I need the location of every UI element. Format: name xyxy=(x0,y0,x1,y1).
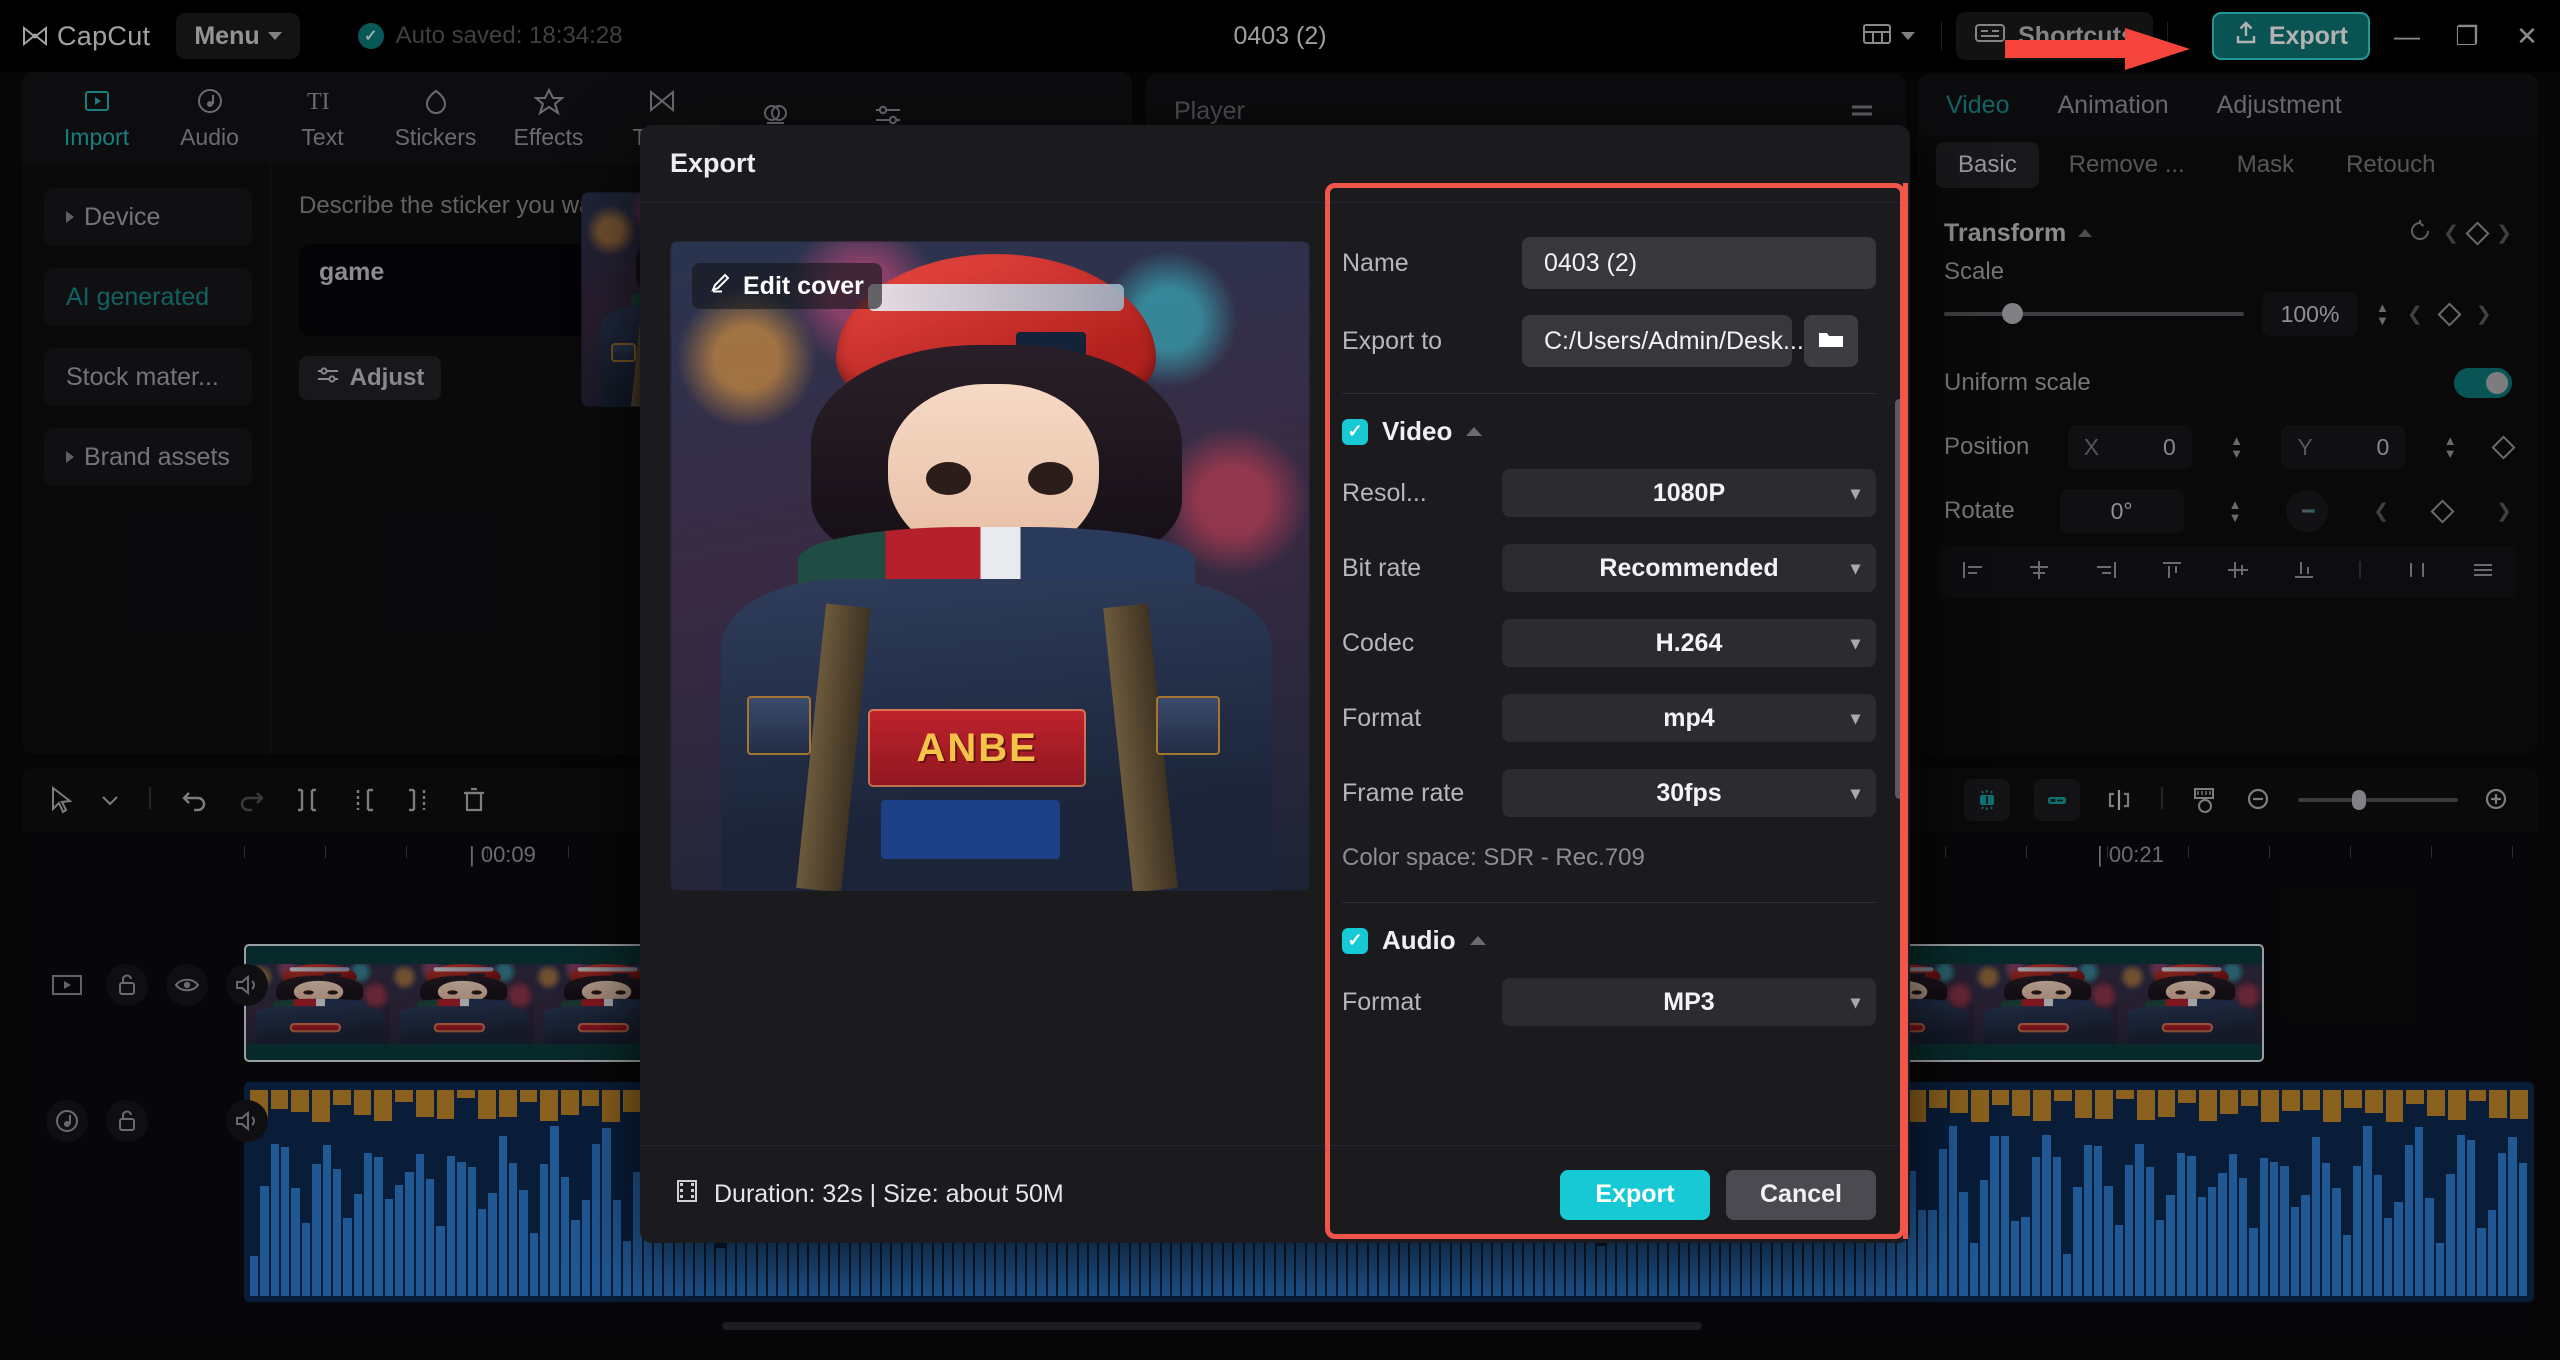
cancel-button[interactable]: Cancel xyxy=(1726,1169,1876,1220)
audio-section-header: ✓ Audio xyxy=(1342,925,1876,956)
edit-cover-label: Edit cover xyxy=(743,271,864,300)
resolution-select[interactable]: 1080P ▾ xyxy=(1502,469,1876,517)
bitrate-value: Recommended xyxy=(1599,553,1779,582)
video-format-value: mp4 xyxy=(1663,703,1715,732)
duration-size-text: Duration: 32s | Size: about 50M xyxy=(714,1180,1064,1208)
audio-format-select[interactable]: MP3 ▾ xyxy=(1502,978,1876,1026)
video-format-select[interactable]: mp4 ▾ xyxy=(1502,694,1876,742)
resolution-row: Resol... 1080P ▾ xyxy=(1342,469,1876,517)
export-to-field-row: Export to C:/Users/Admin/Desk... xyxy=(1342,315,1876,367)
codec-label: Codec xyxy=(1342,628,1415,657)
codec-row: Codec H.264 ▾ xyxy=(1342,619,1876,667)
dialog-title: Export xyxy=(670,148,756,178)
divider xyxy=(1342,902,1876,903)
name-input[interactable]: 0403 (2) xyxy=(1522,237,1876,289)
film-strip-icon xyxy=(674,1178,700,1211)
name-label: Name xyxy=(1342,248,1409,277)
dialog-header: Export xyxy=(640,125,1910,203)
chevron-up-icon[interactable] xyxy=(1469,936,1486,945)
dialog-actions: Export Cancel xyxy=(1560,1169,1876,1220)
framerate-select[interactable]: 30fps ▾ xyxy=(1502,769,1876,817)
bitrate-row: Bit rate Recommended ▾ xyxy=(1342,544,1876,592)
divider xyxy=(1342,393,1876,394)
video-format-row: Format mp4 ▾ xyxy=(1342,694,1876,742)
codec-select[interactable]: H.264 ▾ xyxy=(1502,619,1876,667)
resolution-value: 1080P xyxy=(1652,478,1726,507)
bitrate-select[interactable]: Recommended ▾ xyxy=(1502,544,1876,592)
folder-browse-button[interactable] xyxy=(1804,315,1858,367)
character-art: ANBE xyxy=(670,241,1310,891)
annotation-arrow xyxy=(2005,28,2190,70)
cover-preview[interactable]: ANBE Edit cover xyxy=(670,241,1310,891)
video-checkbox[interactable]: ✓ xyxy=(1342,418,1368,445)
dialog-preview-column: ANBE Edit cover xyxy=(640,203,1320,1145)
folder-icon xyxy=(1817,327,1845,356)
audio-format-label: Format xyxy=(1342,987,1422,1016)
chevron-down-icon: ▾ xyxy=(1850,782,1860,803)
audio-section-label: Audio xyxy=(1382,925,1456,955)
chevron-down-icon: ▾ xyxy=(1850,482,1860,503)
bitrate-label: Bit rate xyxy=(1342,553,1422,582)
export-confirm-button[interactable]: Export xyxy=(1560,1169,1710,1220)
framerate-row: Frame rate 30fps ▾ xyxy=(1342,769,1876,817)
chevron-down-icon: ▾ xyxy=(1850,991,1860,1012)
edit-cover-button[interactable]: Edit cover xyxy=(692,263,882,309)
export-path-input[interactable]: C:/Users/Admin/Desk... xyxy=(1522,315,1804,367)
name-field-row: Name 0403 (2) xyxy=(1342,237,1876,289)
color-space-text: Color space: SDR - Rec.709 xyxy=(1342,844,1645,871)
framerate-value: 30fps xyxy=(1656,778,1722,807)
pencil-edit-icon xyxy=(710,272,732,301)
chevron-down-icon: ▾ xyxy=(1850,632,1860,653)
capcut-window: CapCut Menu ✓ Auto saved: 18:34:28 0403 … xyxy=(0,0,2560,1360)
annotation-highlight-edge xyxy=(1903,183,1908,1239)
video-format-label: Format xyxy=(1342,703,1422,732)
codec-value: H.264 xyxy=(1655,628,1723,657)
dialog-body: ANBE Edit cover Name 0403 (2) Export to … xyxy=(640,203,1910,1145)
export-summary: Duration: 32s | Size: about 50M xyxy=(674,1178,1064,1211)
chevron-up-icon[interactable] xyxy=(1466,427,1483,436)
video-section-label: Video xyxy=(1382,416,1453,446)
badge-text: ANBE xyxy=(916,725,1038,770)
dialog-settings-column: Name 0403 (2) Export to C:/Users/Admin/D… xyxy=(1320,203,1910,1145)
chevron-down-icon: ▾ xyxy=(1850,557,1860,578)
audio-format-value: MP3 xyxy=(1663,987,1715,1016)
audio-format-row: Format MP3 ▾ xyxy=(1342,978,1876,1026)
export-dialog: Export ANBE Edit cover Name 0403 (2) Exp… xyxy=(640,125,1910,1243)
audio-checkbox[interactable]: ✓ xyxy=(1342,927,1368,954)
chevron-down-icon: ▾ xyxy=(1850,707,1860,728)
video-section-header: ✓ Video xyxy=(1342,416,1876,447)
resolution-label: Resol... xyxy=(1342,478,1427,507)
export-to-label: Export to xyxy=(1342,326,1443,355)
framerate-label: Frame rate xyxy=(1342,778,1465,807)
dialog-footer: Duration: 32s | Size: about 50M Export C… xyxy=(640,1145,1910,1243)
